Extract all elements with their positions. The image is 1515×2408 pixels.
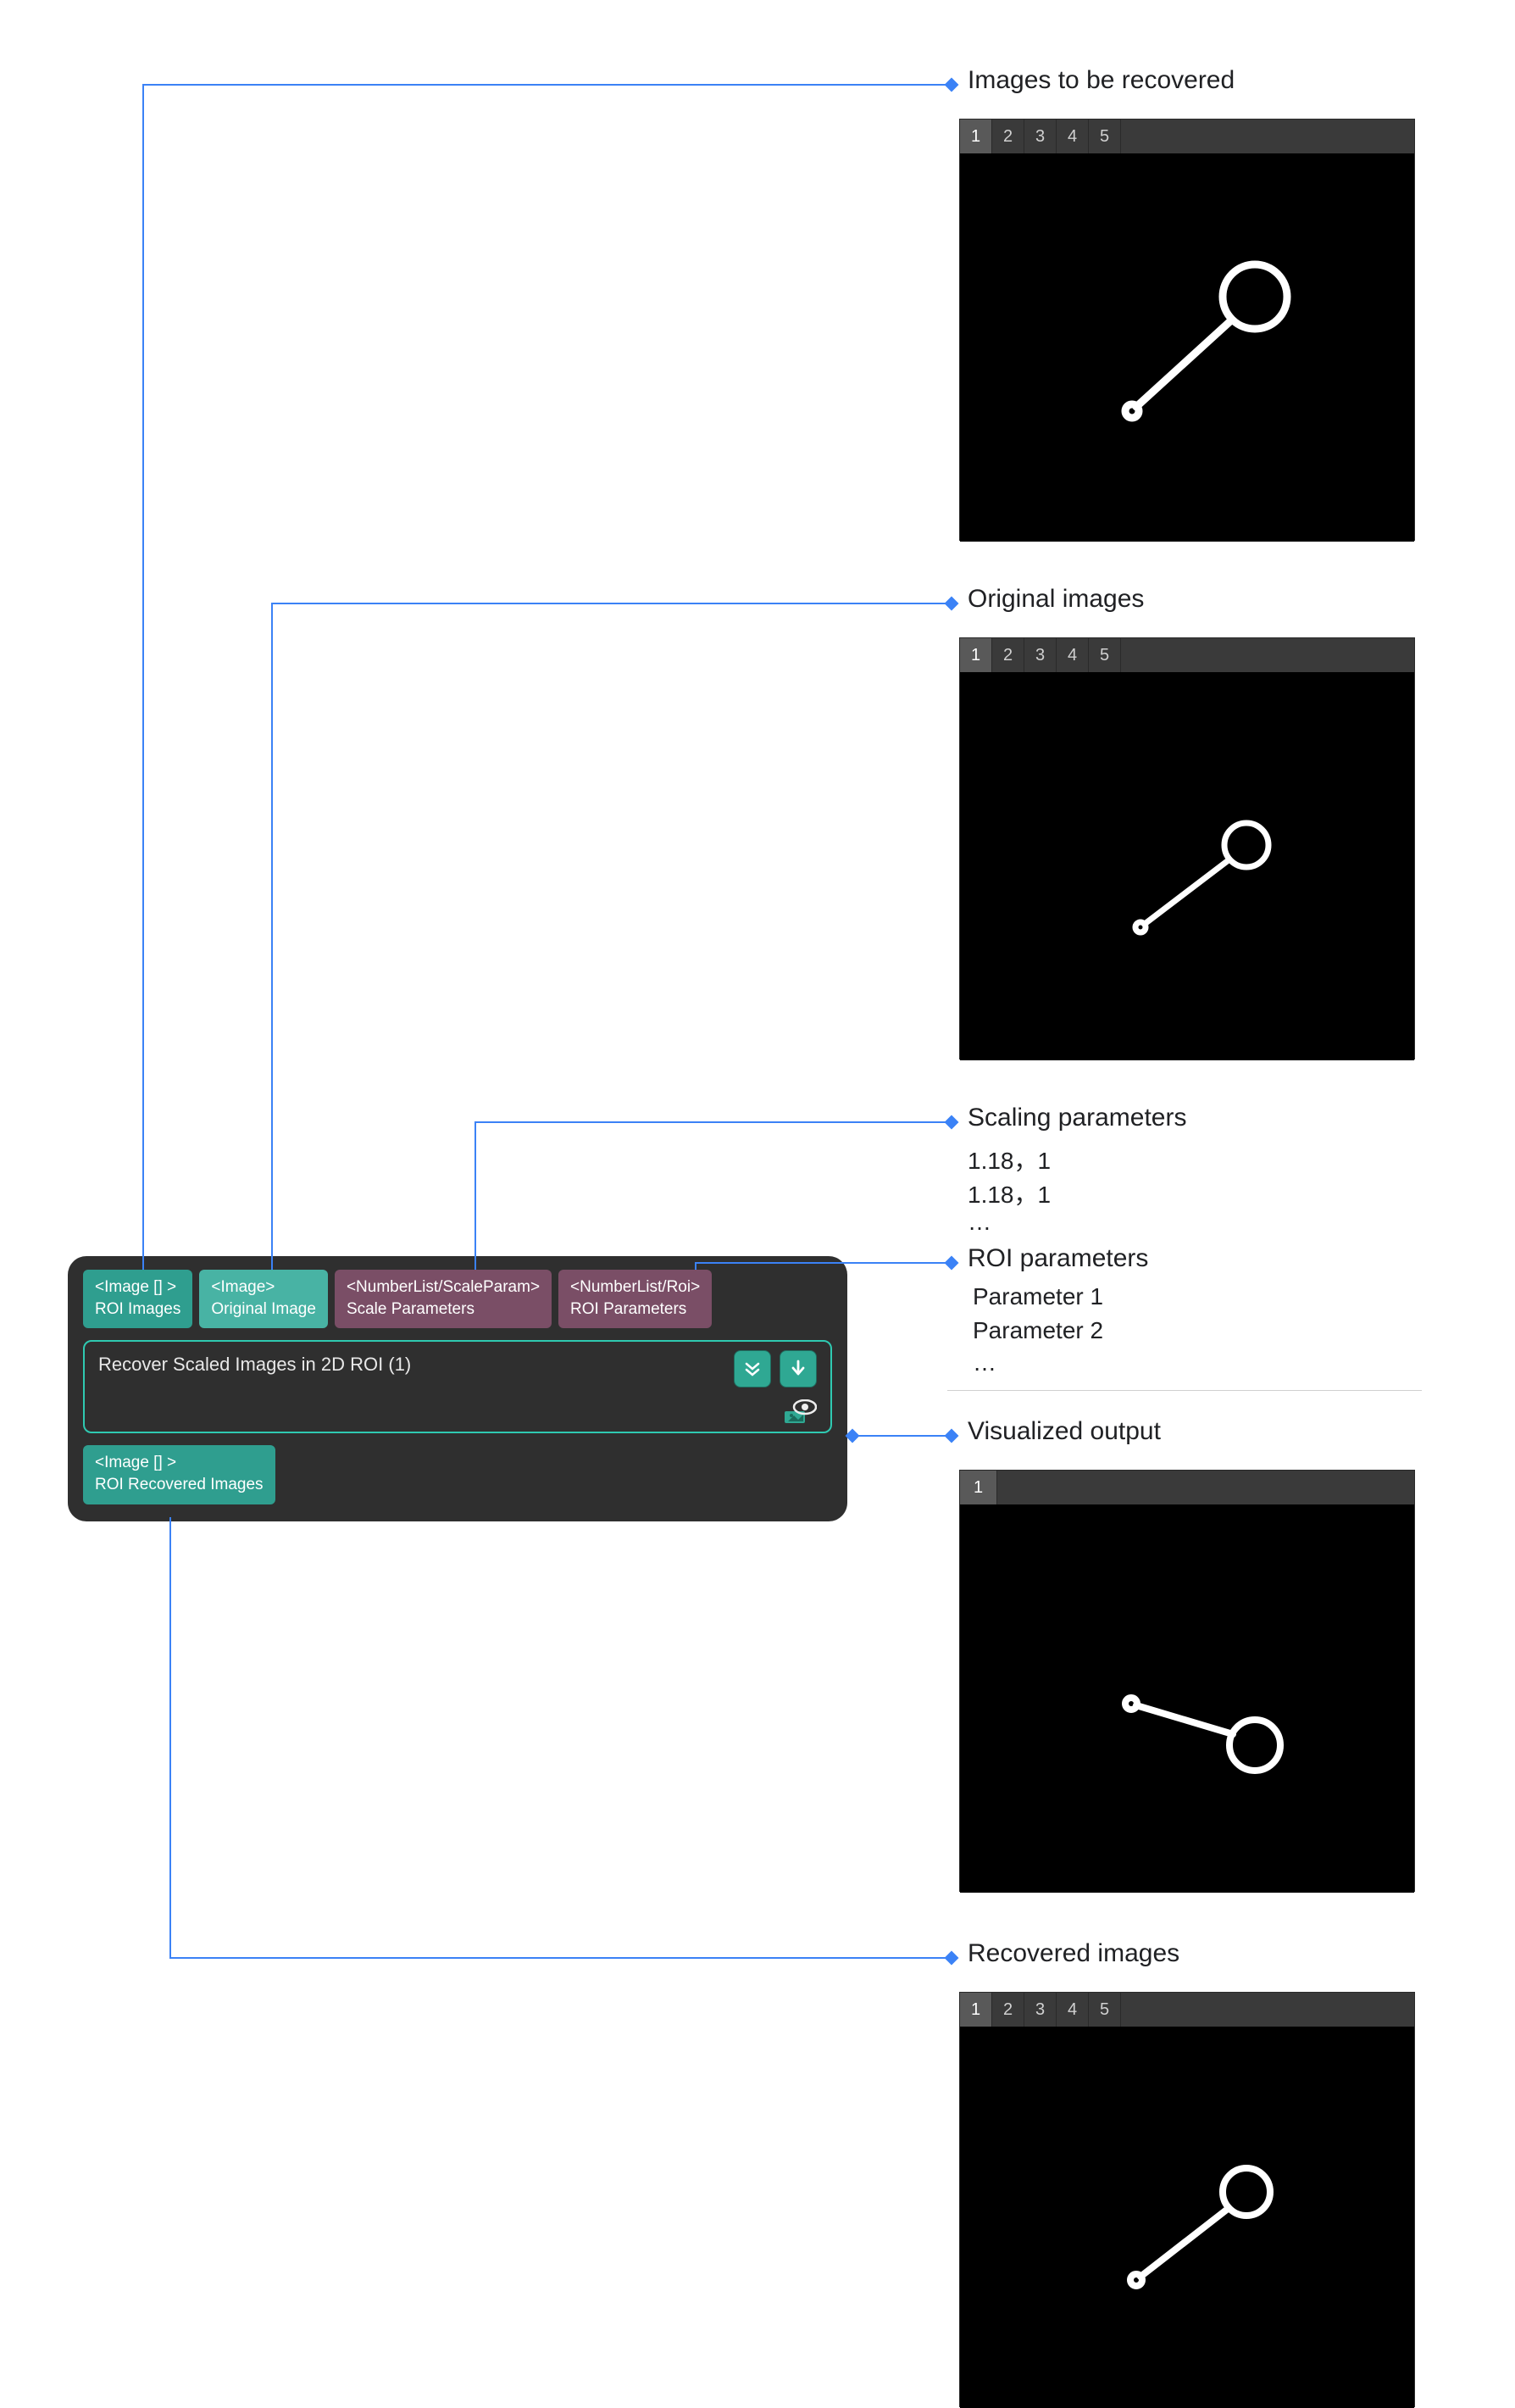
expand-button[interactable] — [734, 1350, 771, 1388]
roi-param-value-1: Parameter 1 — [973, 1283, 1103, 1310]
viewer-tab[interactable]: 3 — [1024, 638, 1057, 672]
viewer-canvas — [960, 153, 1414, 542]
viewer-tab[interactable]: 2 — [992, 1993, 1024, 2027]
port-name: ROI Images — [95, 1299, 180, 1321]
arrow-down-icon — [790, 1360, 807, 1378]
output-port-roi-recovered-images[interactable]: <Image [] > ROI Recovered Images — [83, 1445, 275, 1504]
viewer-tab[interactable]: 2 — [992, 120, 1024, 153]
section-divider — [947, 1390, 1422, 1391]
annotation-images-to-recover: Images to be recovered — [968, 66, 1235, 95]
viewer-canvas — [960, 672, 1414, 1060]
wrench-icon — [992, 2039, 1382, 2395]
annotation-original-images: Original images — [968, 585, 1144, 614]
port-name: ROI Recovered Images — [95, 1474, 264, 1496]
node-recover-scaled-images[interactable]: <Image [] > ROI Images <Image> Original … — [68, 1256, 847, 1521]
port-type: <Image [] > — [95, 1452, 264, 1474]
image-display — [992, 2039, 1382, 2395]
annotation-roi-parameters: ROI parameters — [968, 1244, 1148, 1273]
port-name: Scale Parameters — [347, 1299, 540, 1321]
connector-line — [474, 1121, 946, 1123]
port-type: <Image> — [211, 1276, 316, 1299]
viewer-tab[interactable]: 5 — [1089, 120, 1121, 153]
viewer-canvas — [960, 2027, 1414, 2408]
viewer-visualized-output: 1 — [959, 1470, 1415, 1892]
viewer-tabbar: 1 2 3 4 5 — [960, 1993, 1414, 2027]
port-type: <NumberList/Roi> — [570, 1276, 700, 1299]
diamond-marker — [945, 78, 959, 92]
input-port-roi-images[interactable]: <Image [] > ROI Images — [83, 1270, 192, 1328]
scaling-param-more: … — [968, 1209, 991, 1236]
connector-line — [142, 85, 144, 1270]
connector-line — [695, 1262, 946, 1264]
node-body: Recover Scaled Images in 2D ROI (1) — [83, 1340, 832, 1433]
viewer-original-images: 1 2 3 4 5 — [959, 637, 1415, 1059]
chevron-double-down-icon — [743, 1360, 762, 1378]
viewer-tabbar: 1 — [960, 1471, 1414, 1504]
annotation-visualized-output: Visualized output — [968, 1417, 1161, 1446]
viewer-tab[interactable]: 5 — [1089, 1993, 1121, 2027]
viewer-tabbar: 1 2 3 4 5 — [960, 120, 1414, 153]
diamond-marker — [945, 1256, 959, 1271]
scaling-param-value-1: 1.18，1 — [968, 1143, 1051, 1176]
eye-image-icon — [783, 1399, 817, 1425]
annotation-scaling-parameters: Scaling parameters — [968, 1104, 1186, 1132]
diamond-marker — [945, 597, 959, 611]
connector-line — [856, 1435, 946, 1437]
input-port-roi-parameters[interactable]: <NumberList/Roi> ROI Parameters — [558, 1270, 712, 1328]
connector-line — [695, 1263, 696, 1270]
port-name: Original Image — [211, 1299, 316, 1321]
viewer-tab[interactable]: 5 — [1089, 638, 1121, 672]
connector-line — [474, 1122, 476, 1270]
viewer-tab[interactable]: 2 — [992, 638, 1024, 672]
scaling-param-value-2: 1.18，1 — [968, 1176, 1051, 1210]
port-type: <Image [] > — [95, 1276, 180, 1299]
diamond-marker — [945, 1951, 959, 1966]
connector-line — [142, 84, 946, 86]
viewer-tab[interactable]: 1 — [960, 120, 992, 153]
viewer-tab[interactable]: 4 — [1057, 1993, 1089, 2027]
run-button[interactable] — [780, 1350, 817, 1388]
port-name: ROI Parameters — [570, 1299, 700, 1321]
annotation-recovered-images: Recovered images — [968, 1939, 1179, 1968]
diamond-marker — [945, 1429, 959, 1443]
viewer-tab[interactable]: 3 — [1024, 1993, 1057, 2027]
node-outputs-row: <Image [] > ROI Recovered Images — [68, 1440, 847, 1514]
node-title: Recover Scaled Images in 2D ROI (1) — [98, 1354, 817, 1376]
image-display — [992, 170, 1382, 526]
visualize-toggle[interactable] — [783, 1399, 817, 1425]
viewer-images-to-recover: 1 2 3 4 5 — [959, 119, 1415, 541]
image-display — [992, 1521, 1382, 1877]
node-actions — [734, 1350, 817, 1388]
viewer-tab[interactable]: 4 — [1057, 638, 1089, 672]
port-type: <NumberList/ScaleParam> — [347, 1276, 540, 1299]
connector-line — [169, 1957, 946, 1959]
connector-line — [271, 603, 946, 604]
wrench-icon — [992, 170, 1382, 526]
wrench-icon — [992, 688, 1382, 1044]
roi-param-more: … — [973, 1349, 996, 1376]
image-display — [992, 688, 1382, 1044]
viewer-tab[interactable]: 4 — [1057, 120, 1089, 153]
input-port-scale-parameters[interactable]: <NumberList/ScaleParam> Scale Parameters — [335, 1270, 552, 1328]
roi-param-value-2: Parameter 2 — [973, 1317, 1103, 1344]
connector-line — [271, 603, 273, 1270]
viewer-tabbar: 1 2 3 4 5 — [960, 638, 1414, 672]
connector-line — [169, 1517, 171, 1958]
diamond-marker — [945, 1115, 959, 1130]
viewer-tab[interactable]: 1 — [960, 638, 992, 672]
node-inputs-row: <Image [] > ROI Images <Image> Original … — [68, 1256, 847, 1328]
viewer-tab[interactable]: 3 — [1024, 120, 1057, 153]
wrench-icon — [992, 1521, 1382, 1877]
input-port-original-image[interactable]: <Image> Original Image — [199, 1270, 328, 1328]
viewer-tab[interactable]: 1 — [960, 1471, 997, 1504]
viewer-recovered-images: 1 2 3 4 5 — [959, 1992, 1415, 2407]
viewer-canvas — [960, 1504, 1414, 1893]
viewer-tab[interactable]: 1 — [960, 1993, 992, 2027]
